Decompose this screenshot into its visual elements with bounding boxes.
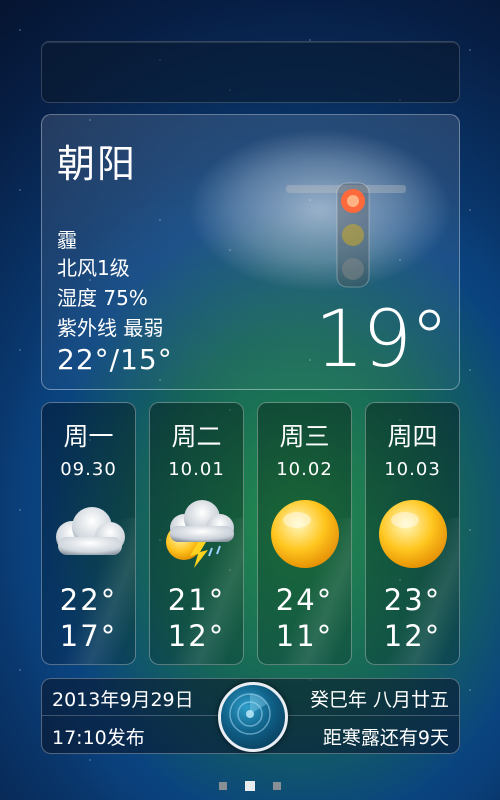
forecast-low: 12° bbox=[383, 619, 442, 653]
page-dot-active[interactable] bbox=[245, 781, 255, 791]
forecast-high: 24° bbox=[275, 583, 334, 617]
page-dot[interactable] bbox=[273, 782, 281, 790]
radar-refresh-button[interactable] bbox=[218, 682, 288, 752]
forecast-high: 23° bbox=[383, 583, 442, 617]
top-search-bar[interactable] bbox=[41, 41, 460, 103]
forecast-low: 12° bbox=[167, 619, 226, 653]
weather-condition: 霾 bbox=[57, 228, 77, 252]
forecast-low: 17° bbox=[59, 619, 118, 653]
forecast-day: 周三 bbox=[279, 422, 330, 451]
traffic-light-icon bbox=[336, 182, 370, 288]
humidity-info: 湿度 75% bbox=[57, 286, 148, 310]
thunderstorm-sun-icon bbox=[150, 495, 243, 573]
current-temperature: 19° bbox=[314, 295, 449, 385]
forecast-card-tuesday[interactable]: 周二 10.01 21° 12° bbox=[149, 402, 244, 665]
current-date: 2013年9月29日 bbox=[52, 689, 194, 711]
forecast-low: 11° bbox=[275, 619, 334, 653]
forecast-date: 10.02 bbox=[276, 459, 333, 480]
radar-icon bbox=[229, 693, 271, 735]
temperature-range: 22°/15° bbox=[57, 343, 173, 376]
sun-icon bbox=[258, 495, 351, 573]
forecast-day: 周一 bbox=[63, 422, 114, 451]
forecast-date: 10.01 bbox=[168, 459, 225, 480]
forecast-day: 周二 bbox=[171, 422, 222, 451]
current-weather-panel[interactable]: 朝阳 霾 北风1级 湿度 75% 紫外线 最弱 22°/15° 19° bbox=[41, 114, 460, 390]
page-dot[interactable] bbox=[219, 782, 227, 790]
uv-info: 紫外线 最弱 bbox=[57, 316, 164, 340]
lunar-date: 癸巳年 八月廿五 bbox=[309, 689, 449, 711]
page-indicator bbox=[0, 781, 500, 791]
forecast-high: 22° bbox=[59, 583, 118, 617]
solar-term-countdown: 距寒露还有9天 bbox=[322, 727, 449, 749]
publish-time: 17:10发布 bbox=[52, 727, 145, 749]
forecast-day: 周四 bbox=[387, 422, 438, 451]
forecast-date: 10.03 bbox=[384, 459, 441, 480]
wind-info: 北风1级 bbox=[57, 256, 130, 280]
cloudy-icon bbox=[42, 495, 135, 573]
forecast-card-wednesday[interactable]: 周三 10.02 24° 11° bbox=[257, 402, 352, 665]
forecast-high: 21° bbox=[167, 583, 226, 617]
forecast-date: 09.30 bbox=[60, 459, 117, 480]
city-name: 朝阳 bbox=[57, 142, 138, 186]
sun-icon bbox=[366, 495, 459, 573]
forecast-card-thursday[interactable]: 周四 10.03 23° 12° bbox=[365, 402, 460, 665]
forecast-card-monday[interactable]: 周一 09.30 22° 17° bbox=[41, 402, 136, 665]
